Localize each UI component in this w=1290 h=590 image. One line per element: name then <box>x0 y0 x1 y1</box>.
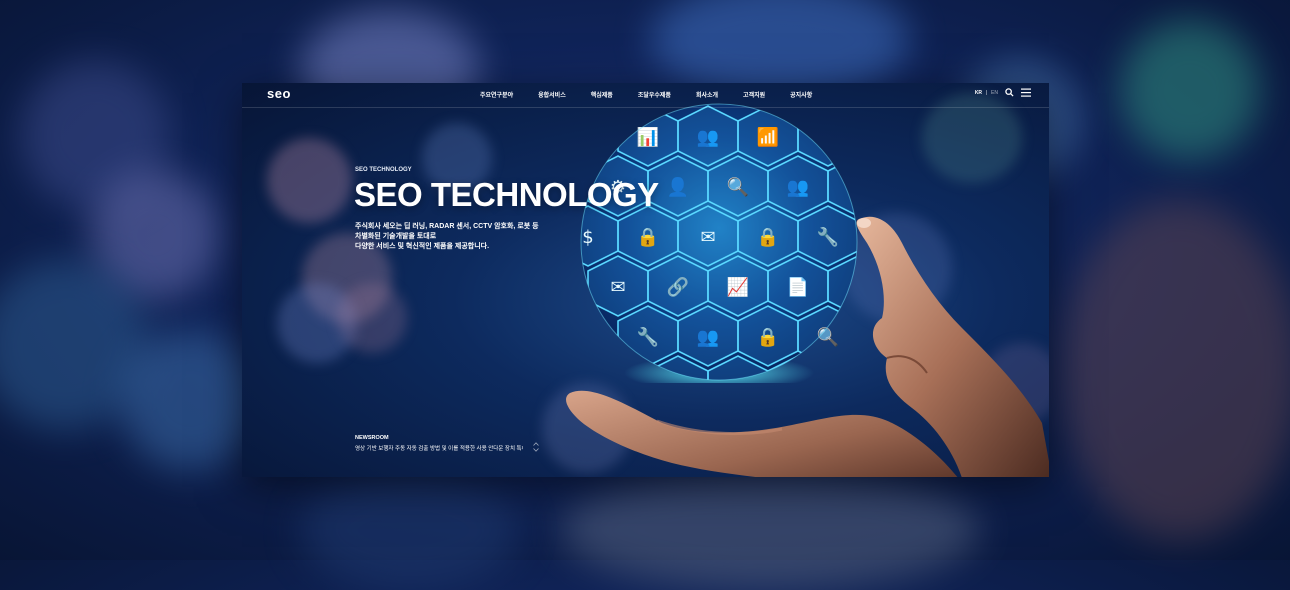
hero-description: 주식회사 세오는 딥 러닝, RADAR 센서, CCTV 암호화, 로봇 등 … <box>355 222 539 252</box>
newsroom-label: NEWSROOM <box>355 435 389 441</box>
nav-item-research[interactable]: 주요연구분야 <box>480 90 513 99</box>
newsroom-headline-link[interactable]: 영상 기반 보행자 주동 자동 검출 방법 및 이를 적용한 사용 안다운 장치… <box>355 444 523 452</box>
hero-eyebrow: SEO TECHNOLOGY <box>355 167 412 173</box>
nav-item-company[interactable]: 회사소개 <box>696 90 718 99</box>
svg-text:🔒: 🔒 <box>637 227 659 248</box>
hand-pointing <box>856 216 1049 477</box>
lang-divider <box>986 90 988 95</box>
nav-item-notice[interactable]: 공지사항 <box>790 90 812 99</box>
users-icon: 👥 <box>697 127 719 148</box>
website-preview: 👥 📶 📊 ⚙ 👤 🔍 👥 🔒 ✉ 🔒 🔧 $ ✉ 🔗 📈 📄 🔧 👥 🔒 🔍 … <box>242 83 1049 477</box>
chevron-down-icon[interactable] <box>533 448 539 452</box>
site-header: seo 주요연구분야 융합서비스 핵심제품 조달우수제품 회사소개 고객지원 공… <box>242 83 1049 108</box>
lang-kr-button[interactable]: KR <box>975 90 982 96</box>
nav-item-support[interactable]: 고객지원 <box>743 90 765 99</box>
svg-text:$: $ <box>582 227 593 248</box>
search-icon[interactable] <box>1005 88 1014 97</box>
svg-text:👥: 👥 <box>697 327 719 348</box>
svg-text:🔗: 🔗 <box>667 276 689 298</box>
tech-globe: 👥 📶 📊 ⚙ 👤 🔍 👥 🔒 ✉ 🔒 🔧 $ ✉ 🔗 📈 📄 🔧 👥 🔒 🔍 <box>580 103 858 383</box>
svg-text:📈: 📈 <box>727 276 749 298</box>
hamburger-menu-icon[interactable] <box>1021 88 1031 97</box>
site-logo[interactable]: seo <box>267 86 291 101</box>
newsroom-pager <box>533 442 539 452</box>
nav-item-services[interactable]: 융합서비스 <box>538 90 566 99</box>
hero-desc-line: 주식회사 세오는 딥 러닝, RADAR 센서, CCTV 암호화, 로봇 등 <box>355 223 539 230</box>
svg-text:🔒: 🔒 <box>757 327 779 348</box>
nav-item-procurement-products[interactable]: 조달우수제품 <box>638 90 671 99</box>
chevron-up-icon[interactable] <box>533 442 539 446</box>
svg-text:👥: 👥 <box>787 177 809 198</box>
hero-desc-line: 차별화된 기술개발을 토대로 <box>355 233 437 240</box>
svg-text:👤: 👤 <box>667 176 689 198</box>
svg-text:🔧: 🔧 <box>637 326 659 348</box>
lang-en-button[interactable]: EN <box>991 90 998 96</box>
svg-text:🔧: 🔧 <box>817 226 839 248</box>
hero-desc-line: 다양한 서비스 및 혁신적인 제품을 제공합니다. <box>355 243 490 250</box>
svg-text:🔒: 🔒 <box>757 227 779 248</box>
header-utilities: KR EN <box>975 88 1031 97</box>
svg-text:✉: ✉ <box>610 277 625 298</box>
svg-text:✉: ✉ <box>700 227 715 248</box>
main-nav: 주요연구분야 융합서비스 핵심제품 조달우수제품 회사소개 고객지원 공지사항 <box>480 90 837 99</box>
svg-text:📶: 📶 <box>757 126 779 148</box>
svg-text:🔍: 🔍 <box>727 175 749 198</box>
hero-title: SEO TECHNOLOGY <box>354 176 659 213</box>
nav-item-core-products[interactable]: 핵심제품 <box>591 90 613 99</box>
svg-text:📄: 📄 <box>787 276 809 298</box>
